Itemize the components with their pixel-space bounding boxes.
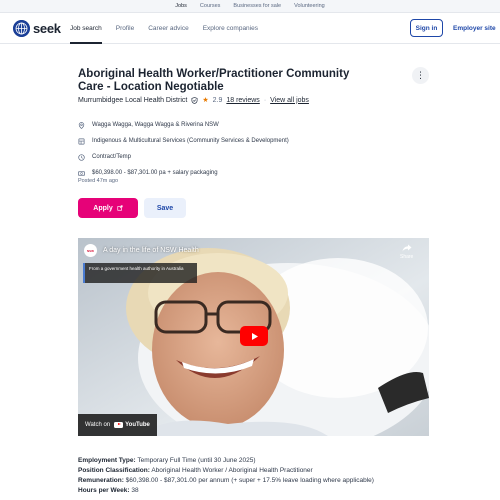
topbar-link-businesses[interactable]: Businesses for sale — [233, 3, 281, 9]
video-embed[interactable]: NSW A day in the life of NSW Health Shar… — [78, 238, 429, 436]
detail-work-type: Contract/Temp — [78, 149, 289, 165]
desc-label: Employment Type: — [78, 457, 136, 464]
save-button[interactable]: Save — [144, 198, 186, 218]
employer-site-link[interactable]: Employer site — [453, 13, 496, 44]
watch-on-label: Watch on — [85, 422, 111, 428]
location-pin-icon — [78, 121, 85, 129]
work-type-text: Contract/Temp — [92, 154, 132, 160]
desc-label: Remuneration: — [78, 477, 124, 484]
company-name[interactable]: Murrumbidgee Local Health District — [78, 97, 187, 104]
salary-text: $60,398.00 - $87,301.00 pa + salary pack… — [92, 170, 218, 176]
watch-on-youtube[interactable]: Watch on YouTube — [78, 414, 157, 436]
topbar-link-jobs[interactable]: Jobs — [175, 3, 187, 9]
desc-remuneration: Remuneration: $60,398.00 - $87,301.00 pe… — [78, 476, 374, 486]
job-description: Employment Type: Temporary Full Time (un… — [78, 456, 374, 496]
desc-employment-type: Employment Type: Temporary Full Time (un… — [78, 456, 374, 466]
nav-career-advice[interactable]: Career advice — [148, 25, 188, 32]
youtube-logo: YouTube — [114, 421, 150, 429]
share-arrow-icon — [402, 244, 412, 252]
nav-explore-companies[interactable]: Explore companies — [203, 25, 258, 32]
more-vertical-icon: ⋮ — [416, 70, 425, 80]
topbar-link-courses[interactable]: Courses — [200, 3, 220, 9]
info-panel[interactable]: From a government health authority in Au… — [83, 263, 197, 283]
apply-button[interactable]: Apply — [78, 198, 138, 218]
reviews-link[interactable]: 18 reviews — [226, 97, 259, 104]
view-all-jobs-link[interactable]: View all jobs — [270, 97, 309, 104]
share-button[interactable]: Share — [400, 244, 413, 260]
more-options-button[interactable]: ⋮ — [412, 67, 429, 84]
desc-label: Hours per Week: — [78, 487, 130, 494]
category-icon — [78, 138, 85, 145]
verified-shield-icon — [191, 96, 198, 104]
nav-links: Job search Profile Career advice Explore… — [70, 13, 258, 44]
top-product-bar: Jobs Courses Businesses for sale Volunte… — [0, 0, 500, 13]
nav-job-search[interactable]: Job search — [70, 13, 102, 44]
job-title: Aboriginal Health Worker/Practitioner Co… — [78, 68, 350, 93]
external-link-icon — [117, 205, 123, 211]
company-row: Murrumbidgee Local Health District ★ 2.9… — [78, 96, 309, 105]
desc-label: Position Classification: — [78, 467, 150, 474]
seek-globe-icon — [13, 20, 30, 37]
video-header: NSW A day in the life of NSW Health — [84, 244, 199, 257]
detail-category: Indigenous & Multicultural Services (Com… — [78, 133, 289, 149]
desc-value: 38 — [129, 487, 139, 494]
nav-profile[interactable]: Profile — [116, 25, 134, 32]
clock-icon — [78, 153, 85, 161]
play-icon — [251, 332, 258, 340]
detail-location: Wagga Wagga, Wagga Wagga & Riverina NSW — [78, 117, 289, 133]
desc-value: Aboriginal Health Worker / Aboriginal He… — [149, 467, 313, 474]
posted-time: Posted 47m ago — [78, 178, 119, 184]
star-icon: ★ — [202, 97, 209, 104]
video-title[interactable]: A day in the life of NSW Health — [103, 247, 199, 254]
share-label: Share — [400, 254, 414, 260]
main-nav: seek Job search Profile Career advice Ex… — [0, 13, 500, 44]
category-text[interactable]: Indigenous & Multicultural Services (Com… — [92, 138, 289, 144]
desc-value: $60,398.00 - $87,301.00 per annum (+ sup… — [123, 477, 374, 484]
play-button[interactable] — [240, 326, 268, 346]
desc-value: Temporary Full Time (until 30 June 2025) — [135, 457, 256, 464]
job-details: Wagga Wagga, Wagga Wagga & Riverina NSW … — [78, 117, 289, 181]
sign-in-button[interactable]: Sign in — [410, 19, 443, 37]
company-rating: 2.9 — [212, 96, 223, 104]
apply-label: Apply — [93, 204, 113, 212]
seek-logo[interactable]: seek — [13, 20, 61, 37]
brand-name: seek — [33, 21, 61, 36]
location-text[interactable]: Wagga Wagga, Wagga Wagga & Riverina NSW — [92, 122, 219, 128]
separator: · — [263, 96, 267, 104]
desc-classification: Position Classification: Aboriginal Heal… — [78, 466, 374, 476]
youtube-icon — [114, 421, 124, 429]
money-icon — [78, 170, 85, 177]
desc-hours: Hours per Week: 38 — [78, 486, 374, 496]
topbar-link-volunteering[interactable]: Volunteering — [294, 3, 325, 9]
nsw-health-logo: NSW — [84, 244, 97, 257]
youtube-wordmark: YouTube — [125, 422, 150, 428]
